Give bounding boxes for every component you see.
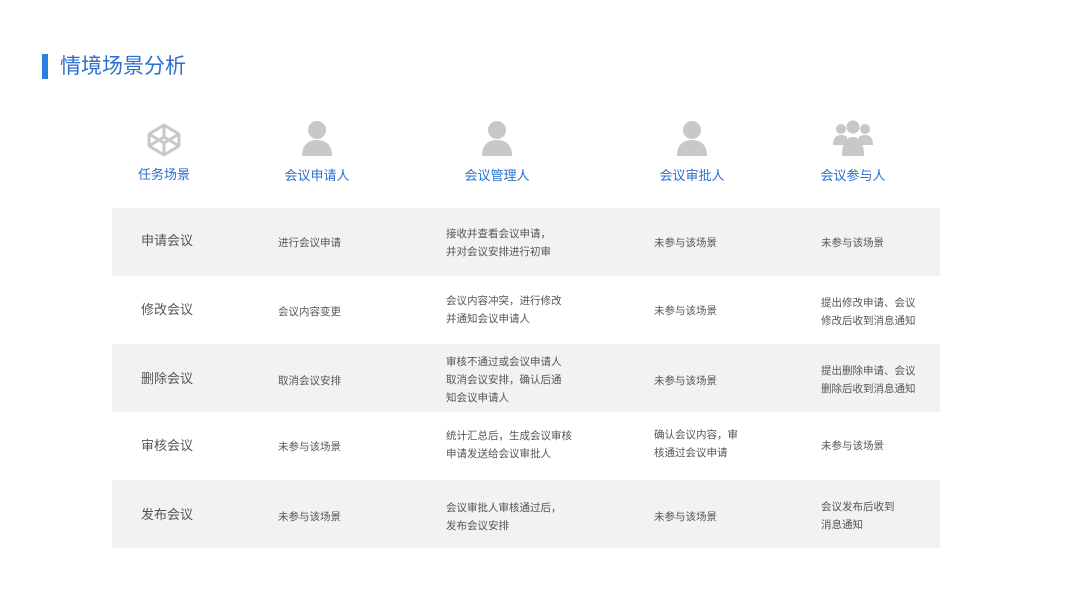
manager-cell: 统计汇总后，生成会议审核 申请发送给会议审批人 xyxy=(446,430,572,460)
column-label-manager: 会议管理人 xyxy=(464,169,530,184)
applicant-cell: 未参与该场景 xyxy=(278,511,341,523)
user-icon xyxy=(299,118,335,158)
table-row: 发布会议 未参与该场景 会议审批人审核通过后， 发布会议安排 未参与该场景 会议… xyxy=(112,480,940,548)
participant-cell: 未参与该场景 xyxy=(821,440,884,452)
participant-cell: 提出修改申请、会议 修改后收到消息通知 xyxy=(821,297,916,327)
table-row: 删除会议 取消会议安排 审核不通过或会议申请人 取消会议安排，确认后通 知会议申… xyxy=(112,344,940,412)
participant-cell: 未参与该场景 xyxy=(821,237,884,249)
table-row: 审核会议 未参与该场景 统计汇总后，生成会议审核 申请发送给会议审批人 确认会议… xyxy=(112,412,940,480)
approver-cell: 未参与该场景 xyxy=(654,237,717,249)
group-icon xyxy=(833,118,873,158)
page-title: 情境场景分析 xyxy=(60,54,186,78)
applicant-cell: 会议内容变更 xyxy=(278,306,341,318)
approver-cell: 未参与该场景 xyxy=(654,375,717,387)
approver-cell: 确认会议内容，审 核通过会议申请 xyxy=(654,429,738,459)
user-icon xyxy=(479,118,515,158)
manager-cell: 接收并查看会议申请， 并对会议安排进行初审 xyxy=(446,228,551,258)
task-scene-cell: 发布会议 xyxy=(140,508,193,523)
column-label-applicant: 会议申请人 xyxy=(284,169,350,184)
table-row: 修改会议 会议内容变更 会议内容冲突，进行修改 并通知会议申请人 未参与该场景 … xyxy=(112,276,940,344)
column-header-applicant: 会议申请人 xyxy=(257,118,377,190)
column-label-approver: 会议审批人 xyxy=(659,169,725,184)
column-header-approver: 会议审批人 xyxy=(632,118,752,190)
column-header-participant: 会议参与人 xyxy=(793,118,913,190)
participant-cell: 提出删除申请、会议 删除后收到消息通知 xyxy=(821,365,916,395)
column-label-task-scene: 任务场景 xyxy=(137,168,190,183)
applicant-cell: 未参与该场景 xyxy=(278,441,341,453)
participant-cell: 会议发布后收到 消息通知 xyxy=(821,501,895,531)
column-header-task-scene: 任务场景 xyxy=(104,118,224,190)
manager-cell: 会议审批人审核通过后， 发布会议安排 xyxy=(446,502,562,532)
approver-cell: 未参与该场景 xyxy=(654,305,717,317)
task-scene-cell: 删除会议 xyxy=(140,372,193,387)
applicant-cell: 取消会议安排 xyxy=(278,375,341,387)
task-scene-cell: 修改会议 xyxy=(140,303,193,318)
manager-cell: 会议内容冲突，进行修改 并通知会议申请人 xyxy=(446,295,562,325)
title-accent-bar xyxy=(42,54,48,79)
table-row: 申请会议 进行会议申请 接收并查看会议申请， 并对会议安排进行初审 未参与该场景… xyxy=(112,208,940,276)
column-label-participant: 会议参与人 xyxy=(820,169,886,184)
manager-cell: 审核不通过或会议申请人 取消会议安排，确认后通 知会议申请人 xyxy=(446,356,562,404)
task-scene-cell: 申请会议 xyxy=(140,234,193,249)
applicant-cell: 进行会议申请 xyxy=(278,237,341,249)
task-scene-cell: 审核会议 xyxy=(140,439,193,454)
approver-cell: 未参与该场景 xyxy=(654,511,717,523)
column-header-manager: 会议管理人 xyxy=(437,118,557,190)
user-icon xyxy=(674,118,710,158)
codepen-cube-icon xyxy=(146,122,182,162)
